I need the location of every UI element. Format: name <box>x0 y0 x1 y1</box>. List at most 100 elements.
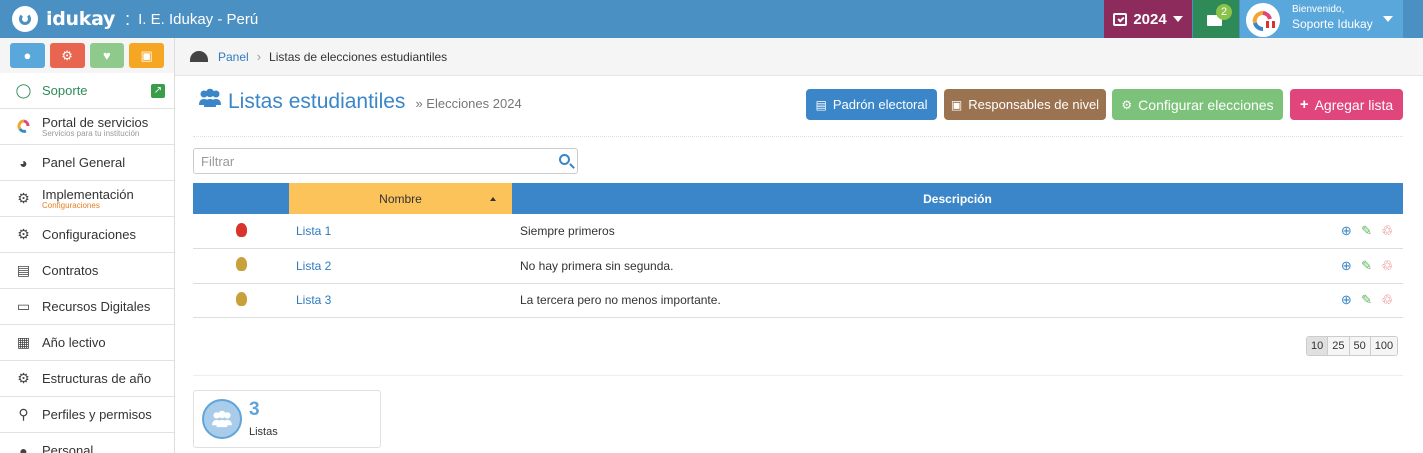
sidebar-item-implementacion[interactable]: ⚙ Implementación Configuraciones <box>0 181 174 217</box>
breadcrumb-current: Listas de elecciones estudiantiles <box>269 49 448 64</box>
list-name-link[interactable]: Lista 3 <box>289 283 512 318</box>
external-link-icon[interactable]: ↗ <box>151 84 165 98</box>
cogs-icon: ⚙ <box>17 190 30 206</box>
sidebar-item-personal[interactable]: ● Personal <box>0 433 174 453</box>
brand[interactable]: idukay : I. E. Idukay - Perú <box>12 6 258 32</box>
page-size-100[interactable]: 100 <box>1369 337 1398 355</box>
list-name-link[interactable]: Lista 2 <box>289 248 512 284</box>
page-size-50[interactable]: 50 <box>1348 337 1370 355</box>
filter-field <box>193 148 578 174</box>
elections-lists-table: Nombre Descripción Lista 1 Siempre prime… <box>193 183 1403 318</box>
zoom-in-icon[interactable]: ⊕ <box>1341 292 1352 308</box>
sidebar-item-subtitle: Configuraciones <box>42 201 100 210</box>
responsables-de-nivel-label: Responsables de nivel <box>968 97 1100 112</box>
search-icon[interactable] <box>559 154 570 165</box>
lists-count-card: 3 Listas <box>193 390 381 448</box>
dashboard-icon <box>190 51 208 62</box>
trash-icon[interactable]: ♲ <box>1381 258 1393 274</box>
trash-icon[interactable]: ♲ <box>1381 292 1393 308</box>
gear-icon: ⚙ <box>17 370 30 386</box>
row-actions: ⊕ ✎ ♲ <box>1313 283 1403 318</box>
greeting-text: Bienvenido, <box>1292 4 1345 15</box>
filter-input[interactable] <box>194 149 544 173</box>
sidebar-item-subtitle: Servicios para tu institución <box>42 129 140 138</box>
page-size-25[interactable]: 25 <box>1327 337 1349 355</box>
row-actions: ⊕ ✎ ♲ <box>1313 214 1403 249</box>
messages-button[interactable]: 2 <box>1193 0 1239 38</box>
divider <box>193 136 1403 137</box>
padron-electoral-label: Padrón electoral <box>832 97 928 112</box>
pencil-icon[interactable]: ✎ <box>1361 292 1372 308</box>
briefcase-icon: ▣ <box>950 97 963 112</box>
idukay-logo-icon <box>12 6 38 32</box>
user-icon: ● <box>23 48 32 63</box>
page-size-selector: 10 25 50 100 <box>1306 336 1399 356</box>
agregar-lista-button[interactable]: + Agregar lista <box>1290 89 1403 120</box>
descripcion-column-header[interactable]: Descripción <box>512 183 1403 214</box>
zoom-in-icon[interactable]: ⊕ <box>1341 223 1352 239</box>
sidebar-item-ano-lectivo[interactable]: ▦ Año lectivo <box>0 325 174 361</box>
messages-count-badge: 2 <box>1216 4 1232 20</box>
sidebar-item-soporte[interactable]: ◯ Soporte ↗ <box>0 73 174 109</box>
column-label: Descripción <box>923 191 992 206</box>
user-name: Soporte Idukay <box>1292 17 1373 31</box>
user-quick-button[interactable]: ● <box>10 43 45 68</box>
top-bar-edge <box>1403 0 1423 38</box>
sidebar: ● ⚙ ♥ ▣ ◯ Soporte ↗ Portal de servicios … <box>0 38 175 453</box>
sidebar-item-label: Estructuras de año <box>42 371 152 386</box>
chevron-down-icon <box>1383 16 1393 22</box>
page-title: Listas estudiantiles <box>228 90 406 113</box>
table-header-row: Nombre Descripción <box>193 183 1403 214</box>
list-logo-icon <box>235 222 247 237</box>
trash-icon[interactable]: ♲ <box>1381 223 1393 239</box>
table-row: Lista 2 No hay primera sin segunda. ⊕ ✎ … <box>193 248 1403 284</box>
sidebar-item-portal-servicios[interactable]: Portal de servicios Servicios para tu in… <box>0 109 174 145</box>
idukay-logo-icon <box>15 117 32 136</box>
list-description: La tercera pero no menos importante. <box>512 283 1313 318</box>
sidebar-item-panel-general[interactable]: ◕ Panel General <box>0 145 174 181</box>
zoom-in-icon[interactable]: ⊕ <box>1341 258 1352 274</box>
sidebar-item-label: Implementación Configuraciones <box>42 187 134 210</box>
chevron-right-icon: › <box>256 49 262 64</box>
sidebar-item-configuraciones[interactable]: ⚙ Configuraciones <box>0 217 174 253</box>
page-size-10[interactable]: 10 <box>1307 337 1328 355</box>
configurar-elecciones-button[interactable]: ⚙ Configurar elecciones <box>1112 89 1283 120</box>
health-quick-button[interactable]: ♥ <box>89 43 125 68</box>
year-selector[interactable]: 2024 <box>1104 0 1192 38</box>
bank-icon: ▣ <box>140 47 153 63</box>
list-name-link[interactable]: Lista 1 <box>289 214 512 249</box>
institution-quick-button[interactable]: ▣ <box>129 43 164 68</box>
sidebar-item-label: Año lectivo <box>42 335 106 350</box>
padron-electoral-button[interactable]: ▤ Padrón electoral <box>806 89 937 120</box>
cogs-icon: ⚙ <box>1121 97 1133 112</box>
lists-count-label: Listas <box>249 426 278 438</box>
list-logo-icon <box>235 257 247 272</box>
users-icon <box>198 88 222 114</box>
pencil-icon[interactable]: ✎ <box>1361 258 1372 274</box>
table-row: Lista 3 La tercera pero no menos importa… <box>193 283 1403 318</box>
settings-quick-button[interactable]: ⚙ <box>49 43 85 68</box>
responsables-de-nivel-button[interactable]: ▣ Responsables de nivel <box>944 89 1106 120</box>
sidebar-item-title: Implementación <box>42 187 134 202</box>
life-ring-icon: ◯ <box>15 82 32 98</box>
sidebar-item-recursos-digitales[interactable]: ▭ Recursos Digitales <box>0 289 174 325</box>
sidebar-item-perfiles-permisos[interactable]: ⚲ Perfiles y permisos <box>0 397 174 433</box>
sidebar-item-estructuras-de-ano[interactable]: ⚙ Estructuras de año <box>0 361 174 397</box>
sidebar-item-contratos[interactable]: ▤ Contratos <box>0 253 174 289</box>
key-icon: ⚲ <box>18 406 29 422</box>
breadcrumb-panel-link[interactable]: Panel <box>218 50 249 64</box>
breadcrumb: Panel › Listas de elecciones estudiantil… <box>175 38 1423 76</box>
pencil-icon[interactable]: ✎ <box>1361 223 1372 239</box>
list-description: Siempre primeros <box>512 214 1313 249</box>
sort-asc-icon <box>490 197 496 201</box>
plus-icon: + <box>1299 96 1309 113</box>
quick-access-buttons: ● ⚙ ♥ ▣ <box>0 38 174 73</box>
sidebar-item-label: Personal <box>42 443 94 453</box>
user-menu[interactable]: Bienvenido, Soporte Idukay <box>1240 0 1403 38</box>
sidebar-item-label: Perfiles y permisos <box>42 407 152 422</box>
users-icon <box>202 399 242 439</box>
file-icon: ▤ <box>16 262 31 278</box>
sidebar-item-label: Recursos Digitales <box>42 299 151 314</box>
nombre-column-header[interactable]: Nombre <box>289 183 512 214</box>
page-subtitle: » Elecciones 2024 <box>415 96 522 111</box>
